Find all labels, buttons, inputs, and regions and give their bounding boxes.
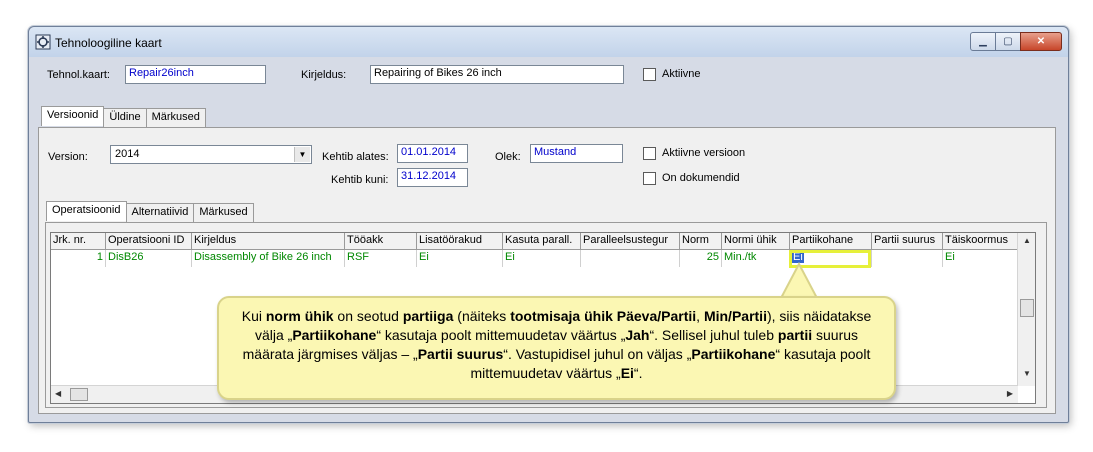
cell-taiskoormus[interactable]: Ei [943, 250, 1019, 267]
on-dokumendid-label: On dokumendid [662, 172, 740, 184]
minimize-icon: ▁ [979, 36, 987, 47]
col-norm[interactable]: Norm [680, 233, 722, 250]
col-normi-uhik[interactable]: Normi ühik [722, 233, 790, 250]
aktiivne-checkbox[interactable] [643, 68, 656, 81]
cell-paralleelsustegur[interactable] [581, 250, 680, 267]
col-partii-suurus[interactable]: Partii suurus [872, 233, 943, 250]
callout-bold-1: norm ühik [265, 308, 334, 324]
cell-partii-suurus[interactable] [872, 250, 943, 267]
version-value: 2014 [115, 148, 140, 160]
callout-bold-4: Min/Partii [703, 308, 767, 324]
scroll-down-icon[interactable]: ▼ [1023, 369, 1031, 378]
callout-bold-6: Jah [625, 327, 650, 343]
on-dokumendid-checkbox[interactable] [643, 172, 656, 185]
explanation-callout: Kui norm ühik on seotud partiiga (näitek… [217, 296, 896, 400]
maximize-icon: ▢ [1003, 36, 1013, 47]
scroll-right-icon[interactable]: ▶ [1007, 389, 1013, 398]
callout-text-3: (näiteks [453, 308, 511, 324]
inner-tabs: Operatsioonid Alternatiivid Märkused [46, 201, 254, 223]
col-tooakk[interactable]: Tööakk [345, 233, 417, 250]
kehtib-kuni-field[interactable]: 31.12.2014 [397, 168, 468, 187]
callout-text-9: “. Vastupidisel juhul on väljas „ [503, 346, 692, 362]
aktiivne-versioon-checkbox[interactable] [643, 147, 656, 160]
vertical-scroll-thumb[interactable] [1020, 299, 1034, 317]
tab-operatsioonid[interactable]: Operatsioonid [46, 201, 127, 221]
col-taiskoormus[interactable]: Täiskoormus [943, 233, 1019, 250]
col-operatsiooni-id[interactable]: Operatsiooni ID [106, 233, 192, 250]
col-partiikohane[interactable]: Partiikohane [790, 233, 872, 250]
scroll-left-icon[interactable]: ◀ [55, 389, 61, 398]
callout-bold-3: tootmisaja ühik Päeva/Partii [510, 308, 697, 324]
cell-kirjeldus[interactable]: Disassembly of Bike 26 inch [192, 250, 345, 267]
cell-operatsiooni-id[interactable]: DisB26 [106, 250, 192, 267]
col-paralleelsustegur[interactable]: Paralleelsustegur [581, 233, 680, 250]
table-header: Jrk. nr. Operatsiooni ID Kirjeldus Tööak… [51, 233, 1019, 250]
version-label: Version: [48, 151, 88, 163]
callout-bold-9: Partiikohane [691, 346, 776, 362]
aktiivne-versioon-label: Aktiivne versioon [662, 147, 746, 159]
kirjeldus-label: Kirjeldus: [301, 69, 347, 81]
callout-bold-10: Ei [620, 365, 634, 381]
cell-kasuta-parall[interactable]: Ei [503, 250, 581, 267]
vertical-scrollbar[interactable]: ▲ ▼ [1017, 233, 1035, 386]
olek-label: Olek: [495, 151, 521, 163]
callout-text-11: “. [633, 365, 643, 381]
version-select[interactable]: 2014 ▼ [110, 145, 312, 164]
chevron-down-icon[interactable]: ▼ [294, 147, 310, 162]
cell-lisatoorakud[interactable]: Ei [417, 250, 503, 267]
title-bar[interactable]: Tehnoloogiline kaart ▁ ▢ ✕ [29, 27, 1068, 57]
callout-text-4: , [696, 308, 704, 324]
app-icon [35, 34, 51, 50]
horizontal-scroll-thumb[interactable] [70, 388, 88, 401]
callout-bold-7: partii [777, 327, 813, 343]
tab-alternatiivid[interactable]: Alternatiivid [125, 203, 195, 223]
callout-bold-5: Partiikohane [292, 327, 377, 343]
kehtib-kuni-label: Kehtib kuni: [331, 174, 389, 186]
scroll-up-icon[interactable]: ▲ [1023, 236, 1031, 245]
cell-tooakk[interactable]: RSF [345, 250, 417, 267]
callout-text-6: “ kasutaja poolt mittemuudetav väärtus „ [376, 327, 626, 343]
window-title: Tehnoloogiline kaart [55, 36, 162, 50]
minimize-button[interactable]: ▁ [970, 32, 996, 51]
tab-markused[interactable]: Märkused [145, 108, 206, 128]
cell-norm[interactable]: 25 [680, 250, 722, 267]
tehnol-label: Tehnol.kaart: [47, 69, 110, 81]
callout-text-2: on seotud [333, 308, 403, 324]
callout-bold-8: Partii suurus [417, 346, 504, 362]
olek-field[interactable]: Mustand [530, 144, 623, 163]
aktiivne-label: Aktiivne [662, 68, 701, 80]
tab-markused-inner[interactable]: Märkused [193, 203, 254, 223]
maximize-button[interactable]: ▢ [995, 32, 1021, 51]
kehtib-alates-label: Kehtib alates: [322, 151, 389, 163]
callout-bold-2: partiiga [402, 308, 454, 324]
close-button[interactable]: ✕ [1020, 32, 1062, 51]
kehtib-alates-field[interactable]: 01.01.2014 [397, 144, 468, 163]
col-kasuta-parall[interactable]: Kasuta parall. [503, 233, 581, 250]
cell-jrk[interactable]: 1 [51, 250, 106, 267]
top-tabs: Versioonid Üldine Märkused [41, 106, 206, 128]
close-icon: ✕ [1036, 36, 1046, 47]
table-row[interactable]: 1 DisB26 Disassembly of Bike 26 inch RSF… [51, 250, 1019, 267]
col-lisatoorakud[interactable]: Lisatöörakud [417, 233, 503, 250]
col-jrk[interactable]: Jrk. nr. [51, 233, 106, 250]
callout-text-7: “. Sellisel juhul tuleb [649, 327, 778, 343]
callout-text-1: Kui [241, 308, 266, 324]
tab-versioonid[interactable]: Versioonid [41, 106, 105, 126]
tab-uldine[interactable]: Üldine [103, 108, 147, 128]
kirjeldus-field[interactable]: Repairing of Bikes 26 inch [370, 65, 624, 84]
tehnol-field[interactable]: Repair26inch [125, 65, 266, 84]
col-kirjeldus[interactable]: Kirjeldus [192, 233, 345, 250]
